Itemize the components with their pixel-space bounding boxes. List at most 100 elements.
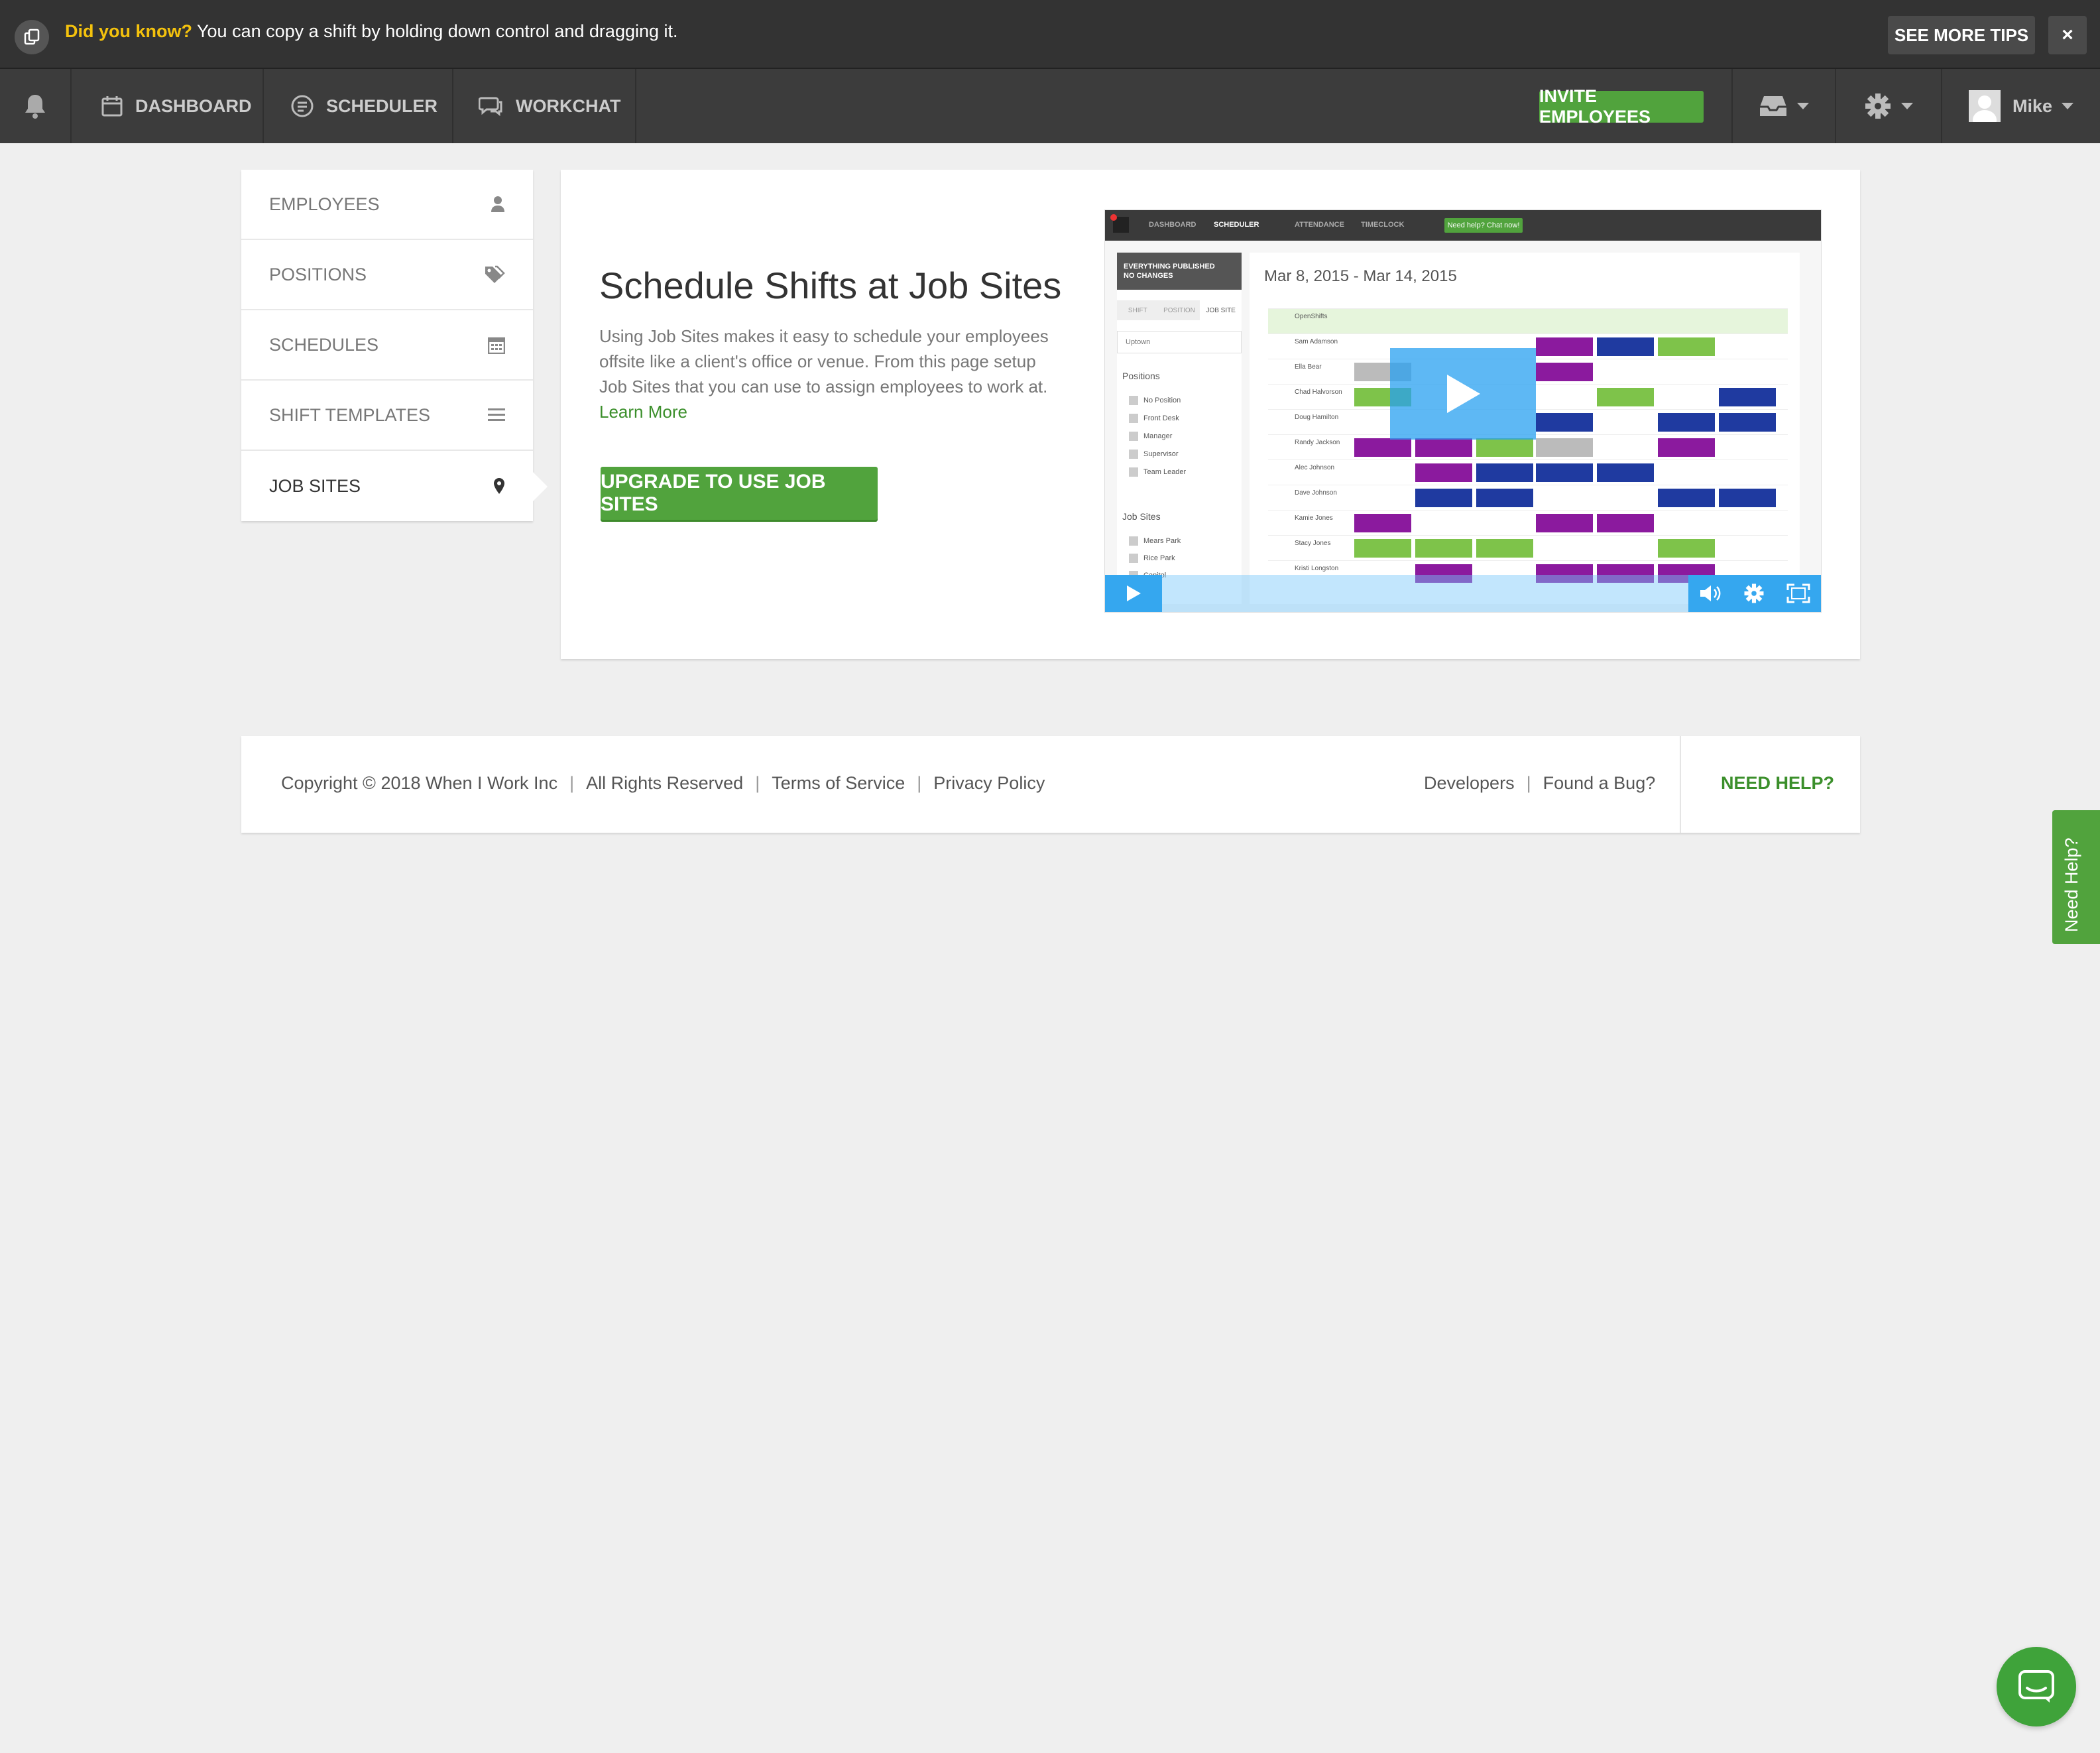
filter-tab: JOB SITE <box>1200 300 1242 320</box>
position-item: Team Leader <box>1129 467 1186 477</box>
page-description: Using Job Sites makes it easy to schedul… <box>599 324 1057 424</box>
chat-bubble-icon <box>479 97 502 117</box>
bug-link[interactable]: Found a Bug? <box>1543 773 1656 793</box>
shift-block <box>1536 463 1593 482</box>
calendar-icon <box>488 337 505 354</box>
nav-dashboard[interactable]: DASHBOARD <box>72 69 264 143</box>
nav-workchat[interactable]: WORKCHAT <box>453 69 636 143</box>
tip-body: You can copy a shift by holding down con… <box>192 21 678 41</box>
nav-dashboard-label: DASHBOARD <box>135 95 252 116</box>
positions-header: Positions <box>1122 371 1160 381</box>
staff-name: Kamie Jones <box>1295 514 1333 522</box>
sidebar-item-schedules[interactable]: SCHEDULES <box>241 310 533 381</box>
shift-block <box>1719 489 1776 507</box>
video-filter-tabs: SHIFT POSITION JOB SITE <box>1117 300 1242 320</box>
schedule-row: Stacy Jones <box>1268 535 1788 560</box>
job-sites-card: Schedule Shifts at Job Sites Using Job S… <box>561 170 1860 659</box>
see-more-tips-button[interactable]: SEE MORE TIPS <box>1888 16 2035 54</box>
tip-text: Did you know? You can copy a shift by ho… <box>65 21 678 42</box>
staff-name: OpenShifts <box>1295 313 1328 320</box>
settings-sidebar: EMPLOYEES POSITIONS SCHEDULES SHIFT TEMP… <box>241 170 548 521</box>
learn-more-link[interactable]: Learn More <box>599 402 687 422</box>
nav-scheduler[interactable]: SCHEDULER <box>264 69 453 143</box>
shift-block <box>1658 337 1715 356</box>
notifications-bell[interactable] <box>0 69 72 143</box>
settings-dropdown[interactable] <box>1835 69 1941 143</box>
shift-block <box>1415 539 1472 558</box>
video-schedule-grid: OpenShifts Sam Adamson Ella Bear Chad Ha… <box>1268 295 1788 600</box>
tip-lead: Did you know? <box>65 21 192 41</box>
need-help-tab[interactable]: Need Help? <box>2052 810 2100 944</box>
chat-launcher-button[interactable] <box>1997 1647 2076 1726</box>
fullscreen-icon[interactable] <box>1786 583 1810 603</box>
video-tab: DASHBOARD <box>1149 221 1196 229</box>
scheduler-icon <box>291 95 314 117</box>
staff-name: Chad Halvorson <box>1295 389 1342 396</box>
footer: Copyright © 2018 When I Work Inc | All Rig… <box>241 736 1860 833</box>
no-changes-label: NO CHANGES <box>1124 272 1173 280</box>
shift-block <box>1476 489 1533 507</box>
footer-left: Copyright © 2018 When I Work Inc | All Rig… <box>281 773 1045 793</box>
chevron-down-icon <box>2062 103 2074 109</box>
shift-block <box>1354 438 1411 457</box>
rights: All Rights Reserved <box>586 773 744 793</box>
page-title: Schedule Shifts at Job Sites <box>599 265 1062 306</box>
shift-block <box>1536 363 1593 381</box>
bell-icon <box>25 95 45 119</box>
user-menu[interactable]: Mike <box>1941 69 2100 143</box>
footer-right: Developers | Found a Bug? <box>1424 773 1656 793</box>
privacy-link[interactable]: Privacy Policy <box>933 773 1045 793</box>
sidebar-item-shift-templates[interactable]: SHIFT TEMPLATES <box>241 381 533 451</box>
shift-block <box>1719 388 1776 406</box>
video-published-box: EVERYTHING PUBLISHED NO CHANGES <box>1117 253 1242 290</box>
copyright: Copyright © 2018 When I Work Inc <box>281 773 558 793</box>
video-play-button[interactable] <box>1105 575 1162 612</box>
gear-icon[interactable] <box>1743 583 1765 604</box>
upgrade-button[interactable]: UPGRADE TO USE JOB SITES <box>601 467 878 520</box>
video-tab: ATTENDANCE <box>1295 221 1344 229</box>
sidebar-item-employees[interactable]: EMPLOYEES <box>241 170 533 240</box>
filter-tab: POSITION <box>1163 306 1195 314</box>
tip-bar: Did you know? You can copy a shift by ho… <box>0 0 2100 69</box>
nav-scheduler-label: SCHEDULER <box>326 95 438 116</box>
play-icon <box>1127 585 1141 601</box>
terms-link[interactable]: Terms of Service <box>772 773 905 793</box>
user-icon <box>491 196 504 212</box>
video-play-overlay[interactable] <box>1390 348 1536 440</box>
need-help-link[interactable]: NEED HELP? <box>1721 773 1834 794</box>
tags-icon <box>485 265 505 283</box>
schedule-row: OpenShifts <box>1268 308 1788 333</box>
video-player[interactable]: DASHBOARD SCHEDULER ATTENDANCE TIMECLOCK… <box>1104 210 1822 613</box>
user-name: Mike <box>2012 95 2053 116</box>
volume-icon[interactable] <box>1699 583 1721 603</box>
staff-name: Doug Hamilton <box>1295 414 1339 421</box>
sidebar-item-job-sites[interactable]: JOB SITES <box>241 451 548 521</box>
position-item: Front Desk <box>1129 414 1179 423</box>
position-item: Manager <box>1129 432 1172 441</box>
shift-block <box>1476 438 1533 457</box>
invite-employees-button[interactable]: INVITE EMPLOYEES <box>1539 86 1704 127</box>
shift-block <box>1597 388 1654 406</box>
sidebar-item-label: SHIFT TEMPLATES <box>269 404 431 425</box>
top-nav: DASHBOARD SCHEDULER WORKCHAT INVITE EMPL… <box>0 69 2100 143</box>
gear-icon <box>1865 93 1891 119</box>
shift-block <box>1719 413 1776 432</box>
staff-name: Sam Adamson <box>1295 338 1338 345</box>
video-app-header: DASHBOARD SCHEDULER ATTENDANCE TIMECLOCK… <box>1105 210 1821 241</box>
staff-name: Randy Jackson <box>1295 439 1340 446</box>
shift-block <box>1597 463 1654 482</box>
play-icon <box>1447 375 1480 413</box>
close-tip-button[interactable]: × <box>2048 16 2087 54</box>
developers-link[interactable]: Developers <box>1424 773 1515 793</box>
need-help-tab-label: Need Help? <box>2062 837 2081 932</box>
inbox-icon <box>1760 96 1786 116</box>
shift-block <box>1354 539 1411 558</box>
inbox-dropdown[interactable] <box>1731 69 1835 143</box>
jobsite-item: Rice Park <box>1129 554 1175 563</box>
sidebar-item-positions[interactable]: POSITIONS <box>241 240 533 310</box>
position-item: Supervisor <box>1129 450 1179 459</box>
footer-divider <box>1680 736 1681 833</box>
description-text: Using Job Sites makes it easy to schedul… <box>599 326 1049 396</box>
video-location-select: Uptown <box>1117 331 1242 353</box>
copy-icon <box>15 20 49 54</box>
